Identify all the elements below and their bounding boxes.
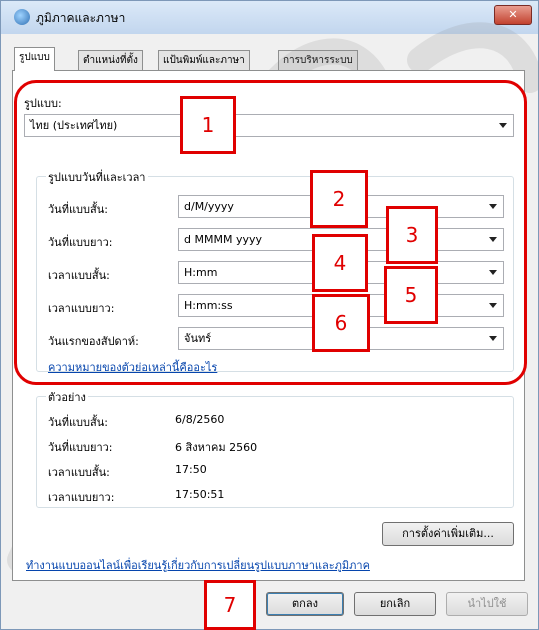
highlight-outline	[14, 80, 527, 385]
example-short-time-label: เวลาแบบสั้น:	[48, 466, 110, 479]
example-short-time-value: 17:50	[175, 463, 207, 476]
additional-settings-button[interactable]: การตั้งค่าเพิ่มเติม...	[382, 522, 514, 546]
annotation-1: 1	[180, 96, 236, 154]
example-long-time-label: เวลาแบบยาว:	[48, 491, 115, 504]
example-short-date-value: 6/8/2560	[175, 413, 225, 426]
example-long-date-label: วันที่แบบยาว:	[48, 441, 113, 454]
online-help-link[interactable]: ทำงานแบบออนไลน์เพื่อเรียนรู้เกี่ยวกับการ…	[26, 556, 370, 574]
example-short-date-label: วันที่แบบสั้น:	[48, 416, 108, 429]
apply-button[interactable]: นำไปใช้	[446, 592, 528, 616]
annotation-2: 2	[310, 170, 368, 228]
tab-format[interactable]: รูปแบบ	[14, 47, 55, 71]
example-long-date-value: 6 สิงหาคม 2560	[175, 441, 258, 454]
annotation-4: 4	[312, 234, 368, 292]
annotation-3: 3	[386, 206, 438, 264]
annotation-7: 7	[204, 580, 256, 630]
annotation-5: 5	[384, 266, 438, 324]
annotation-6: 6	[312, 294, 370, 352]
cancel-button[interactable]: ยกเลิก	[354, 592, 436, 616]
ok-button[interactable]: ตกลง	[266, 592, 344, 616]
examples-title: ตัวอย่าง	[46, 388, 88, 406]
example-long-time-value: 17:50:51	[175, 488, 225, 501]
